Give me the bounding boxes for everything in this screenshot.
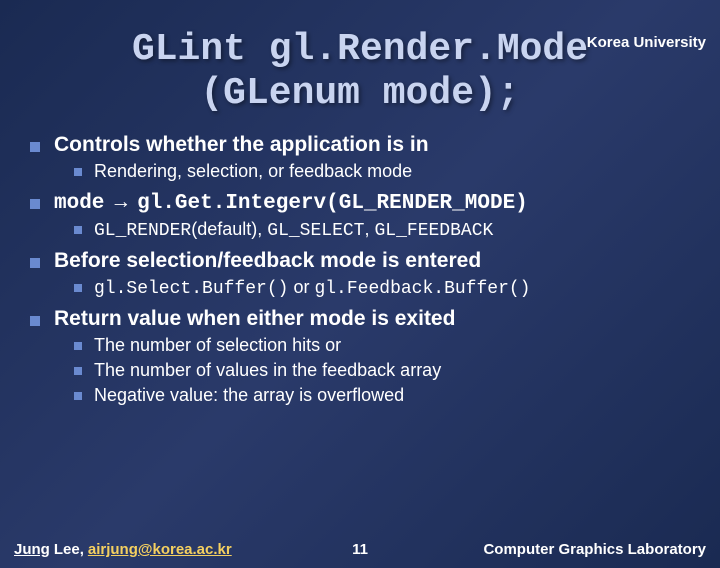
author-email[interactable]: airjung@korea.ac.kr: [88, 541, 232, 558]
bullet-1: Controls whether the application is in: [30, 133, 700, 157]
square-bullet-icon: [30, 316, 40, 326]
bullet-3: Before selection/feedback mode is entere…: [30, 249, 700, 273]
org-label: Korea University: [587, 34, 706, 51]
code-gl-select: GL_SELECT: [267, 221, 364, 241]
square-bullet-icon: [30, 258, 40, 268]
square-bullet-icon: [74, 284, 82, 292]
bullet-2-mode: mode: [54, 192, 104, 215]
bullet-4-text: Return value when either mode is exited: [54, 307, 455, 331]
code-select-buffer: gl.Select.Buffer(): [94, 279, 288, 299]
author-first: Jung: [14, 541, 50, 558]
bullet-3-text: Before selection/feedback mode is entere…: [54, 249, 481, 273]
bullet-4: Return value when either mode is exited: [30, 307, 700, 331]
bullet-4a-text: The number of selection hits or: [94, 335, 341, 356]
bullet-2-text: mode → gl.Get.Integerv(GL_RENDER_MODE): [54, 190, 528, 215]
bullet-1a: Rendering, selection, or feedback mode: [74, 161, 700, 182]
square-bullet-icon: [30, 199, 40, 209]
footer-author: Jung Lee, airjung@korea.ac.kr: [14, 541, 232, 558]
bullet-4c: Negative value: the array is overflowed: [74, 385, 700, 406]
bullet-2: mode → gl.Get.Integerv(GL_RENDER_MODE): [30, 190, 700, 215]
bullet-1-text: Controls whether the application is in: [54, 133, 429, 157]
author-last: Lee,: [54, 541, 84, 558]
footer-lab: Computer Graphics Laboratory: [483, 541, 706, 558]
square-bullet-icon: [74, 168, 82, 176]
text-default: (default),: [191, 219, 267, 239]
text-or: or: [288, 277, 314, 297]
square-bullet-icon: [74, 392, 82, 400]
bullet-4a: The number of selection hits or: [74, 335, 700, 356]
bullet-1a-text: Rendering, selection, or feedback mode: [94, 161, 412, 182]
bullet-2a: GL_RENDER(default), GL_SELECT, GL_FEEDBA…: [74, 219, 700, 241]
bullet-3a-text: gl.Select.Buffer() or gl.Feedback.Buffer…: [94, 277, 531, 299]
square-bullet-icon: [74, 226, 82, 234]
square-bullet-icon: [30, 142, 40, 152]
bullet-4c-text: Negative value: the array is overflowed: [94, 385, 404, 406]
bullet-2-code: gl.Get.Integerv(GL_RENDER_MODE): [137, 192, 528, 215]
text-sep: ,: [364, 219, 374, 239]
code-feedback-buffer: gl.Feedback.Buffer(): [314, 279, 530, 299]
bullet-4b-text: The number of values in the feedback arr…: [94, 360, 441, 381]
square-bullet-icon: [74, 367, 82, 375]
page-number: 11: [352, 541, 368, 558]
bullet-2a-text: GL_RENDER(default), GL_SELECT, GL_FEEDBA…: [94, 219, 493, 241]
code-gl-render: GL_RENDER: [94, 221, 191, 241]
bullet-3a: gl.Select.Buffer() or gl.Feedback.Buffer…: [74, 277, 700, 299]
title-line2: (GLenum mode);: [0, 72, 720, 116]
square-bullet-icon: [74, 342, 82, 350]
bullet-4b: The number of values in the feedback arr…: [74, 360, 700, 381]
arrow-icon: →: [110, 190, 131, 213]
code-gl-feedback: GL_FEEDBACK: [375, 221, 494, 241]
content-area: Controls whether the application is in R…: [0, 133, 720, 406]
